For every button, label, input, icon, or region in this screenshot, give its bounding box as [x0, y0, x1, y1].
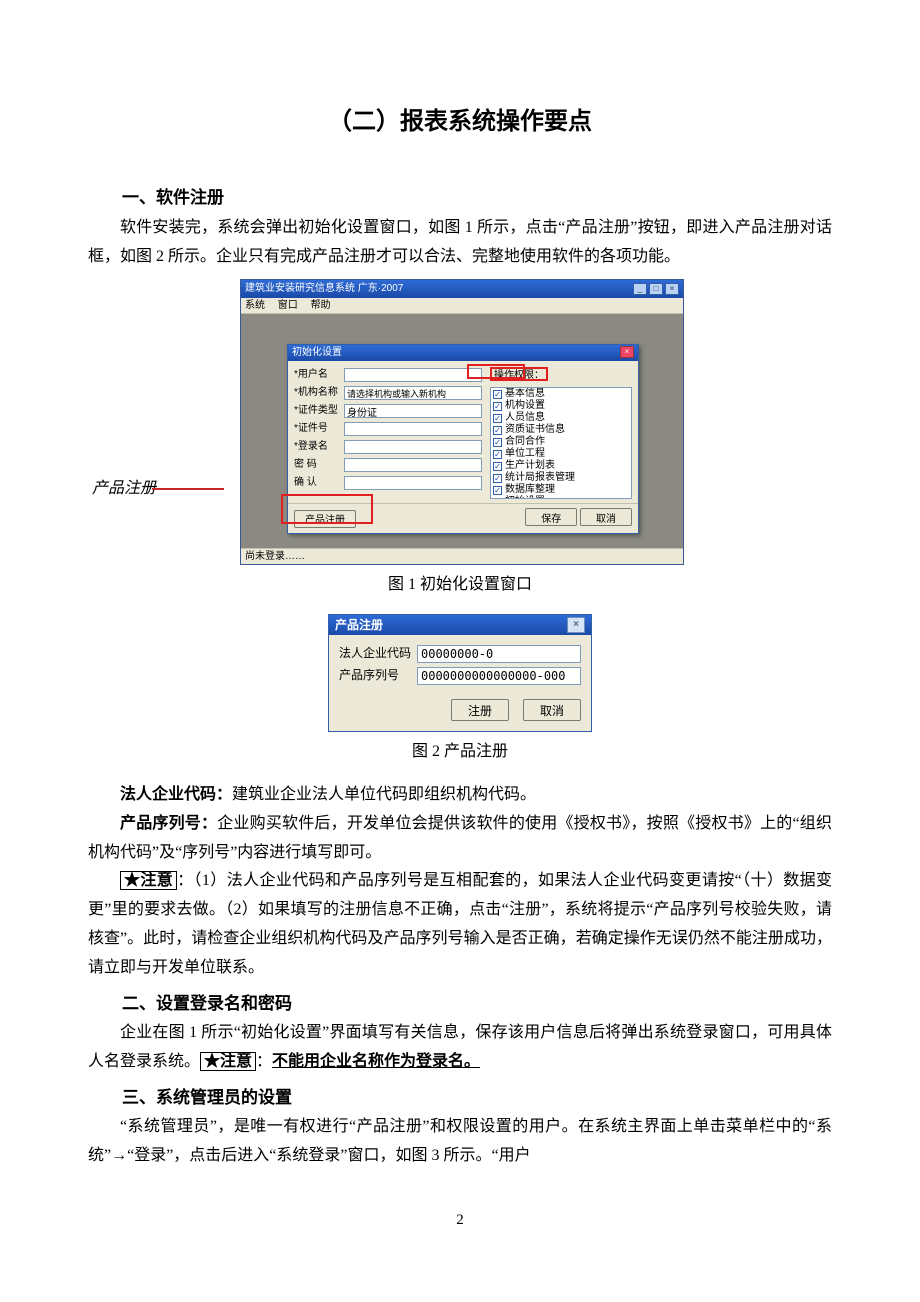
note-1-text: ：（1）法人企业代码和产品序列号是互相配套的，如果法人企业代码变更请按“（十）数…	[88, 872, 832, 975]
label-username: *用户名	[294, 366, 344, 384]
menu-system[interactable]: 系统	[245, 300, 265, 311]
perm-item: ✓单位工程	[491, 448, 631, 460]
perm-item: ✓生产计划表	[491, 460, 631, 472]
figure-1-annotation: 产品注册	[92, 475, 156, 504]
perm-item: ✓数据库整理	[491, 484, 631, 496]
register-dialog: 产品注册 × 法人企业代码 产品序列号 注册 取消	[328, 614, 592, 732]
figure-1-annotation-line	[152, 488, 224, 490]
label-confirm: 确 认	[294, 474, 344, 492]
select-id-type[interactable]	[344, 404, 482, 418]
checkbox-icon[interactable]: ✓	[493, 414, 502, 423]
note-2-colon: ：	[256, 1053, 272, 1070]
input-company-code[interactable]	[417, 645, 581, 663]
close-icon[interactable]: ×	[665, 283, 679, 295]
init-dialog: 初始化设置 × *用户名 *机构名称 *证件类型	[287, 344, 639, 534]
register-button[interactable]: 注册	[451, 699, 509, 721]
init-dialog-form: *用户名 *机构名称 *证件类型 *证件号	[294, 367, 482, 499]
menu-help[interactable]: 帮助	[311, 300, 331, 311]
dialog-close-icon[interactable]: ×	[620, 346, 634, 358]
label-serial: 产品序列号	[339, 665, 417, 687]
app-window: 建筑业安装研究信息系统 广东·2007 _ □ × 系统 窗口 帮助 初始化设置…	[240, 279, 684, 565]
menu-window[interactable]: 窗口	[278, 300, 298, 311]
app-title-text: 建筑业安装研究信息系统 广东·2007	[245, 280, 403, 298]
perm-item: ✓基本信息	[491, 388, 631, 400]
note-1-para: ★注意：（1）法人企业代码和产品序列号是互相配套的，如果法人企业代码变更请按“（…	[88, 867, 832, 982]
figure-2-caption: 图 2 产品注册	[88, 738, 832, 767]
init-dialog-footer: 产品注册 保存 取消	[288, 503, 638, 533]
note-1-label: ★注意	[120, 871, 177, 890]
label-password: 密 码	[294, 456, 344, 474]
section-2-para: 企业在图 1 所示“初始化设置”界面填写有关信息，保存该用户信息后将弹出系统登录…	[88, 1019, 832, 1077]
label-login: *登录名	[294, 438, 344, 456]
note-2-label: ★注意	[200, 1052, 256, 1071]
permission-column: 操作权限： ✓基本信息 ✓机构设置 ✓人员信息 ✓资质证书信息 ✓合同合作 ✓单…	[490, 367, 632, 499]
input-username[interactable]	[344, 368, 482, 382]
input-org[interactable]	[344, 386, 482, 400]
input-serial[interactable]	[417, 667, 581, 685]
checkbox-icon[interactable]: ✓	[493, 498, 502, 500]
perm-item: ✓资质证书信息	[491, 424, 631, 436]
cancel-button[interactable]: 取消	[580, 508, 632, 526]
section-1-para-1: 软件安装完，系统会弹出初始化设置窗口，如图 1 所示，点击“产品注册”按钮，即进…	[88, 214, 832, 272]
checkbox-icon[interactable]: ✓	[493, 462, 502, 471]
checkbox-icon[interactable]: ✓	[493, 486, 502, 495]
checkbox-icon[interactable]: ✓	[493, 426, 502, 435]
register-cancel-button[interactable]: 取消	[523, 699, 581, 721]
company-code-para: 法人企业代码：建筑业企业法人单位代码即组织机构代码。	[88, 781, 832, 810]
input-password[interactable]	[344, 458, 482, 472]
permission-list[interactable]: ✓基本信息 ✓机构设置 ✓人员信息 ✓资质证书信息 ✓合同合作 ✓单位工程 ✓生…	[490, 387, 632, 499]
section-2-heading: 二、设置登录名和密码	[88, 989, 832, 1020]
page-number: 2	[88, 1207, 832, 1234]
product-register-button[interactable]: 产品注册	[294, 510, 356, 528]
maximize-icon[interactable]: □	[649, 283, 663, 295]
app-statusbar: 尚未登录……	[241, 548, 683, 564]
note-2-underline: 不能用企业名称作为登录名。	[272, 1053, 480, 1070]
label-id-no: *证件号	[294, 420, 344, 438]
perm-item: ✓人员信息	[491, 412, 631, 424]
input-id-no[interactable]	[344, 422, 482, 436]
perm-item: ✓合同合作	[491, 436, 631, 448]
init-dialog-titlebar: 初始化设置 ×	[288, 345, 638, 361]
minimize-icon[interactable]: _	[633, 283, 647, 295]
save-button[interactable]: 保存	[525, 508, 577, 526]
checkbox-icon[interactable]: ✓	[493, 390, 502, 399]
init-dialog-title-text: 初始化设置	[292, 345, 342, 361]
checkbox-icon[interactable]: ✓	[493, 438, 502, 447]
checkbox-icon[interactable]: ✓	[493, 450, 502, 459]
label-org: *机构名称	[294, 384, 344, 402]
input-login[interactable]	[344, 440, 482, 454]
input-confirm[interactable]	[344, 476, 482, 490]
app-menubar[interactable]: 系统 窗口 帮助	[241, 298, 683, 314]
register-dialog-titlebar: 产品注册 ×	[329, 615, 591, 635]
figure-1: 产品注册 建筑业安装研究信息系统 广东·2007 _ □ × 系统 窗口 帮助 …	[180, 279, 740, 565]
company-code-text: 建筑业企业法人单位代码即组织机构代码。	[232, 786, 536, 803]
section-1-heading: 一、软件注册	[88, 183, 832, 214]
section-3-heading: 三、系统管理员的设置	[88, 1083, 832, 1114]
company-code-label: 法人企业代码：	[120, 786, 232, 803]
app-titlebar: 建筑业安装研究信息系统 广东·2007 _ □ ×	[241, 280, 683, 298]
register-dialog-close-icon[interactable]: ×	[567, 617, 585, 633]
label-company-code: 法人企业代码	[339, 643, 417, 665]
register-dialog-title-text: 产品注册	[335, 615, 383, 635]
perm-item: ✓机构设置	[491, 400, 631, 412]
section-3-para: “系统管理员”，是唯一有权进行“产品注册”和权限设置的用户。在系统主界面上单击菜…	[88, 1113, 832, 1171]
perm-item: ✓初始设置	[491, 496, 631, 499]
permission-header: 操作权限：	[490, 367, 548, 381]
page-title: （二）报表系统操作要点	[88, 100, 832, 143]
serial-para: 产品序列号：企业购买软件后，开发单位会提供该软件的使用《授权书》，按照《授权书》…	[88, 810, 832, 868]
serial-label: 产品序列号：	[120, 815, 217, 832]
label-id-type: *证件类型	[294, 402, 344, 420]
checkbox-icon[interactable]: ✓	[493, 402, 502, 411]
perm-item: ✓统计局报表管理	[491, 472, 631, 484]
app-client-area: 初始化设置 × *用户名 *机构名称 *证件类型	[241, 314, 683, 548]
figure-1-caption: 图 1 初始化设置窗口	[88, 571, 832, 600]
checkbox-icon[interactable]: ✓	[493, 474, 502, 483]
